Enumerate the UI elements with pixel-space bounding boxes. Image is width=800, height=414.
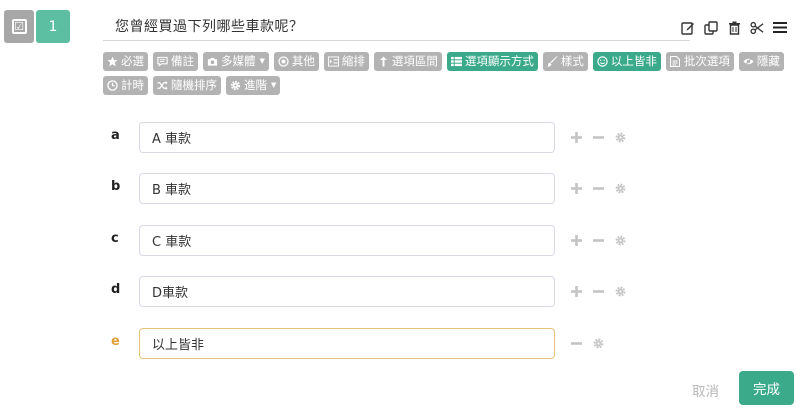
option-input[interactable]: B 車款 (139, 173, 555, 204)
plus-icon[interactable] (570, 182, 583, 195)
cog-icon (230, 80, 241, 91)
caret-down-icon: ▼ (271, 81, 277, 89)
gear-icon[interactable] (592, 337, 605, 350)
option-row: c C 車款 (0, 225, 800, 256)
note-button[interactable]: 備註 (153, 52, 198, 71)
option-controls (570, 285, 627, 298)
checkbox-icon: ☑ (11, 19, 27, 34)
shuffle-label: 隨機排序 (171, 77, 217, 92)
option-range-label: 選項區間 (391, 53, 438, 68)
title-underline (103, 40, 690, 41)
option-controls (570, 131, 627, 144)
option-display-label: 選項顯示方式 (464, 53, 534, 68)
trash-icon[interactable] (727, 20, 741, 35)
style-button[interactable]: 樣式 (542, 52, 588, 71)
shuffle-button[interactable]: 隨機排序 (153, 76, 221, 95)
done-button[interactable]: 完成 (739, 371, 794, 405)
option-input[interactable]: D車款 (139, 276, 555, 307)
plus-icon[interactable] (570, 234, 583, 247)
minus-icon[interactable] (592, 285, 605, 298)
minus-icon[interactable] (592, 234, 605, 247)
comment-icon (157, 56, 168, 67)
indent-icon (327, 56, 339, 67)
note-label: 備註 (171, 53, 194, 68)
option-input[interactable]: C 車款 (139, 225, 555, 256)
star-icon (107, 56, 118, 67)
timer-button[interactable]: 計時 (103, 76, 148, 95)
option-display-button[interactable]: 選項顯示方式 (446, 52, 538, 71)
other-button[interactable]: 其他 (273, 52, 319, 71)
brush-icon (546, 56, 558, 67)
scissors-icon[interactable] (750, 20, 764, 35)
indent-label: 縮排 (341, 53, 365, 68)
caret-down-icon: ▼ (259, 57, 265, 65)
minus-icon[interactable] (570, 337, 583, 350)
level-up-icon (378, 56, 389, 67)
timer-label: 計時 (121, 77, 144, 92)
batch-options-label: 批次選項 (683, 53, 730, 68)
style-label: 樣式 (560, 53, 584, 68)
option-range-button[interactable]: 選項區間 (373, 52, 442, 71)
media-label: 多媒體 (221, 53, 256, 68)
plus-icon[interactable] (570, 131, 583, 144)
none-of-above-label: 以上皆非 (610, 53, 657, 68)
plus-icon[interactable] (570, 285, 583, 298)
option-letter: b (111, 179, 121, 194)
advanced-dropdown[interactable]: 進階 ▼ (226, 76, 281, 95)
none-of-above-input[interactable]: 以上皆非 (139, 328, 555, 359)
batch-options-button[interactable]: 批次選項 (665, 52, 734, 71)
option-letter: e (111, 334, 120, 349)
edit-icon[interactable] (681, 20, 695, 35)
file-text-icon (670, 56, 681, 67)
shuffle-icon (157, 80, 168, 91)
eye-slash-icon (743, 56, 754, 67)
none-of-above-button[interactable]: 以上皆非 (592, 52, 661, 71)
option-letter: a (111, 128, 120, 143)
media-dropdown[interactable]: 多媒體 ▼ (203, 52, 269, 71)
grid-icon (450, 56, 462, 67)
option-row: d D車款 (0, 276, 800, 307)
gear-icon[interactable] (614, 234, 627, 247)
option-controls (570, 234, 627, 247)
question-settings-toolbar: 必選 備註 多媒體 ▼ 其他 縮排 選項區間 選項顯示方式 樣式 以上皆非 批次… (103, 52, 793, 95)
required-label: 必選 (121, 53, 144, 68)
question-type-badge[interactable]: ☑ (4, 10, 34, 43)
option-letter: d (111, 282, 121, 297)
camera-icon (207, 56, 218, 67)
gear-icon[interactable] (614, 285, 627, 298)
option-letter: c (111, 231, 119, 246)
question-number: 1 (36, 10, 70, 43)
other-label: 其他 (291, 53, 315, 68)
option-controls (570, 337, 605, 350)
menu-icon[interactable] (773, 20, 787, 35)
option-row: a A 車款 (0, 122, 800, 153)
copy-icon[interactable] (704, 20, 718, 35)
minus-icon[interactable] (592, 131, 605, 144)
hide-label: 隱藏 (756, 53, 780, 68)
radio-dot-icon (278, 56, 289, 67)
minus-icon[interactable] (592, 182, 605, 195)
option-controls (570, 182, 627, 195)
question-tools (681, 20, 787, 35)
gear-icon[interactable] (614, 182, 627, 195)
option-row-none-of-above: e 以上皆非 (0, 328, 800, 359)
indent-button[interactable]: 縮排 (323, 52, 369, 71)
gear-icon[interactable] (614, 131, 627, 144)
option-input[interactable]: A 車款 (139, 122, 555, 153)
advanced-label: 進階 (244, 77, 267, 92)
clock-icon (107, 80, 118, 91)
cancel-button[interactable]: 取消 (692, 380, 719, 400)
hide-button[interactable]: 隱藏 (738, 52, 784, 71)
required-button[interactable]: 必選 (103, 52, 148, 71)
question-title[interactable]: 您曾經買過下列哪些車款呢？ (115, 16, 304, 36)
option-row: b B 車款 (0, 173, 800, 204)
smile-icon (597, 56, 608, 67)
